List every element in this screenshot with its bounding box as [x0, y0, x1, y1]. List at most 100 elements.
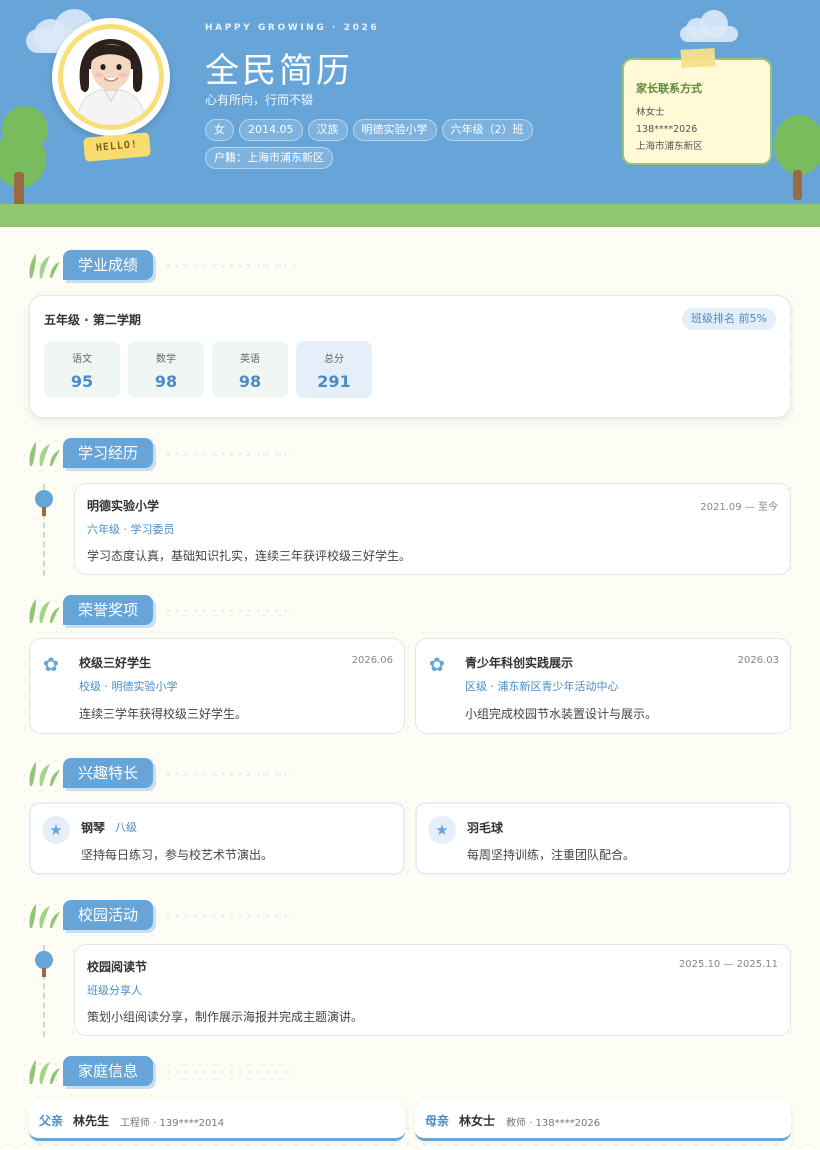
- honor-item: ✿ 校级三好学生 2026.06 校级 · 明德实验小学 连续三学年获得校级三好…: [29, 638, 405, 734]
- item-title: 青少年科创实践展示: [465, 656, 574, 670]
- avatar: [52, 18, 170, 136]
- section-honors-header: 荣誉奖项: [26, 595, 326, 625]
- leaf-icon: [29, 904, 60, 928]
- star-icon: ★: [42, 816, 70, 844]
- hobby-item: ★ 羽毛球 每周坚持训练，注重团队配合。: [415, 802, 791, 875]
- score-label: 英语: [240, 354, 260, 365]
- section-academics-header: 学业成绩: [26, 250, 326, 280]
- score-label: 总分: [324, 354, 344, 365]
- item-level: 区级 · 浦东新区青少年活动中心: [465, 680, 619, 693]
- item-description: 策划小组阅读分享，制作展示海报并完成主题演讲。: [87, 1010, 364, 1024]
- tree-decoration: [770, 115, 820, 205]
- score-item-total: 总分 291: [296, 341, 372, 398]
- chip-hukou: 户籍：上海市浦东新区: [205, 147, 333, 169]
- rank-badge: 班级排名 前5%: [682, 308, 776, 330]
- cloud-decoration: [678, 8, 740, 44]
- section-title: 荣誉奖项: [63, 595, 154, 625]
- chip-gender: 女: [205, 119, 234, 141]
- score-item-chinese: 语文 95: [44, 341, 120, 398]
- star-icon: ★: [428, 816, 456, 844]
- timeline-pin-icon: [35, 490, 53, 516]
- tape-decoration: [680, 48, 716, 68]
- family-member: 母亲 林女士 教师 · 138****2026: [415, 1101, 791, 1141]
- score-list: 语文 95 数学 98 英语 98 总分 291: [44, 341, 372, 398]
- member-name: 林先生: [73, 1114, 110, 1128]
- leaf-icon: [29, 599, 60, 623]
- item-description: 学习态度认真，基础知识扎实，连续三年获评校级三好学生。: [87, 549, 412, 563]
- item-title: 钢琴: [81, 821, 106, 835]
- dots-decoration: [164, 264, 294, 268]
- hobby-item: ★ 钢琴 八级 坚持每日练习，参与校艺术节演出。: [29, 802, 405, 875]
- member-info: 教师 · 138****2026: [506, 1118, 601, 1129]
- item-description: 连续三学年获得校级三好学生。: [79, 707, 248, 721]
- section-hobbies-header: 兴趣特长: [26, 758, 326, 788]
- item-description: 小组完成校园节水装置设计与展示。: [465, 707, 658, 721]
- leaf-icon: [29, 442, 60, 466]
- education-item: 明德实验小学 2021.09 — 至今 六年级 · 学习委员 学习态度认真，基础…: [74, 483, 791, 575]
- hello-sticker: HELLO!: [83, 132, 151, 162]
- section-activities-header: 校园活动: [26, 900, 326, 930]
- item-title: 明德实验小学: [87, 499, 160, 513]
- flower-icon: ✿: [429, 654, 445, 676]
- grass-strip: [0, 204, 820, 227]
- score-item-math: 数学 98: [128, 341, 204, 398]
- section-title: 学习经历: [63, 438, 154, 468]
- item-date: 2025.10 — 2025.11: [678, 959, 778, 970]
- family-member: 父亲 林先生 工程师 · 139****2014: [29, 1101, 405, 1141]
- activity-item: 校园阅读节 2025.10 — 2025.11 班级分享人 策划小组阅读分享，制…: [74, 944, 791, 1036]
- avatar-portrait: [63, 29, 159, 125]
- section-family-header: 家庭信息: [26, 1056, 326, 1086]
- score-label: 语文: [72, 354, 92, 365]
- item-date: 2026.03: [737, 655, 779, 666]
- chip-class: 六年级（2）班: [441, 119, 533, 141]
- contact-name: 林女士: [636, 107, 665, 118]
- term-label: 五年级 · 第二学期: [44, 313, 141, 327]
- contact-title: 家长联系方式: [636, 82, 702, 95]
- item-role: 班级分享人: [87, 984, 142, 997]
- section-title: 校园活动: [63, 900, 154, 930]
- dots-decoration: [164, 914, 294, 918]
- score-label: 数学: [156, 354, 176, 365]
- item-date: 2026.06: [351, 655, 393, 666]
- flower-icon: ✿: [43, 654, 59, 676]
- dots-decoration: [164, 609, 294, 613]
- section-title: 学业成绩: [63, 250, 154, 280]
- item-title: 校级三好学生: [79, 656, 152, 670]
- timeline-pin-icon: [35, 951, 53, 977]
- score-item-english: 英语 98: [212, 341, 288, 398]
- item-date: 2021.09 — 至今: [700, 502, 778, 513]
- item-description: 每周坚持训练，注重团队配合。: [467, 848, 636, 862]
- header-motto: 心有所向，行而不辍: [205, 93, 314, 107]
- chip-school: 明德实验小学: [352, 119, 437, 141]
- member-relation: 母亲: [425, 1114, 450, 1128]
- dots-decoration: [164, 452, 294, 456]
- item-level: 八级: [115, 821, 137, 834]
- profile-chips: 女 2014.05 汉族 明德实验小学 六年级（2）班 户籍：上海市浦东新区: [205, 119, 545, 169]
- leaf-icon: [29, 254, 60, 278]
- dots-decoration: [164, 772, 294, 776]
- member-info: 工程师 · 139****2014: [120, 1118, 225, 1129]
- honor-item: ✿ 青少年科创实践展示 2026.03 区级 · 浦东新区青少年活动中心 小组完…: [415, 638, 791, 734]
- section-education-header: 学习经历: [26, 438, 326, 468]
- page-title: 全民简历: [205, 51, 353, 91]
- tree-decoration: [0, 106, 54, 210]
- item-title: 校园阅读节: [87, 960, 148, 974]
- section-title: 家庭信息: [63, 1056, 154, 1086]
- contact-phone: 138****2026: [636, 124, 698, 135]
- score-value: 98: [238, 372, 262, 391]
- item-level: 校级 · 明德实验小学: [79, 680, 178, 693]
- resume-header: HELLO! HAPPY GROWING · 2026 全民简历 心有所向，行而…: [0, 0, 820, 227]
- score-value: 291: [317, 372, 351, 391]
- section-title: 兴趣特长: [63, 758, 154, 788]
- member-relation: 父亲: [39, 1114, 64, 1128]
- item-role: 六年级 · 学习委员: [87, 523, 175, 536]
- leaf-icon: [29, 762, 60, 786]
- member-name: 林女士: [459, 1114, 496, 1128]
- chip-birth: 2014.05: [239, 119, 303, 141]
- item-description: 坚持每日练习，参与校艺术节演出。: [81, 848, 274, 862]
- contact-address: 上海市浦东新区: [636, 141, 703, 152]
- item-title: 羽毛球: [467, 821, 504, 835]
- dots-decoration: [164, 1070, 294, 1074]
- academics-card: 五年级 · 第二学期 班级排名 前5% 语文 95 数学 98 英语 98 总分 291: [29, 295, 791, 418]
- score-value: 98: [154, 372, 178, 391]
